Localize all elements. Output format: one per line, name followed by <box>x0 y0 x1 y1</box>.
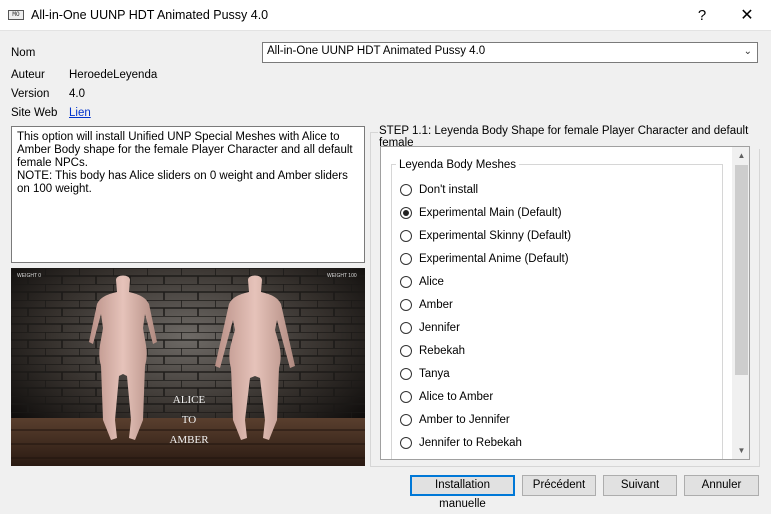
title-bar: MO All-in-One UUNP HDT Animated Pussy 4.… <box>0 0 771 31</box>
next-button[interactable]: Suivant <box>603 475 677 496</box>
radio-option-label: Amber <box>419 299 453 311</box>
preview-caption-2: TO <box>182 414 197 426</box>
author-label: Auteur <box>11 69 45 81</box>
chevron-down-icon: ⌄ <box>743 46 752 57</box>
radio-option[interactable]: Alice to Amber <box>400 388 493 406</box>
radio-option[interactable]: Amber <box>400 296 453 314</box>
scroll-thumb[interactable] <box>735 165 748 375</box>
author-value: HeroedeLeyenda <box>69 69 158 81</box>
radio-button[interactable] <box>400 230 412 242</box>
radio-option[interactable]: Tanya <box>400 365 450 383</box>
scroll-up-icon[interactable]: ▲ <box>733 147 749 164</box>
preview-left-tag: WEIGHT 0 <box>17 273 41 279</box>
radio-button[interactable] <box>400 391 412 403</box>
version-label: Version <box>11 88 50 100</box>
radio-option-label: Don't install <box>419 184 479 196</box>
help-button[interactable]: ? <box>684 3 720 29</box>
name-dropdown-value: All-in-One UUNP HDT Animated Pussy 4.0 <box>267 45 486 57</box>
body-meshes-title: Leyenda Body Meshes <box>396 159 519 171</box>
preview-illustration: WEIGHT 0 WEIGHT 100 ALICE TO AMBER <box>11 268 365 466</box>
radio-option[interactable]: Jennifer to Rebekah <box>400 434 522 452</box>
scroll-down-icon[interactable]: ▼ <box>733 442 749 459</box>
radio-option-label: Experimental Anime (Default) <box>419 253 569 265</box>
radio-option[interactable]: Amber to Jennifer <box>400 411 510 429</box>
description-textbox[interactable]: This option will install Unified UNP Spe… <box>11 126 365 263</box>
manual-install-button[interactable]: Installation manuelle <box>410 475 515 510</box>
radio-button[interactable] <box>400 322 412 334</box>
radio-button[interactable] <box>400 253 412 265</box>
radio-option-label: Experimental Main (Default) <box>419 207 562 219</box>
radio-option[interactable]: Experimental Anime (Default) <box>400 250 569 268</box>
previous-button[interactable]: Précédent <box>522 475 596 496</box>
name-dropdown[interactable]: All-in-One UUNP HDT Animated Pussy 4.0 ⌄ <box>262 42 758 63</box>
installer-app-icon: MO <box>8 10 24 20</box>
radio-option[interactable]: Don't install <box>400 181 478 199</box>
preview-caption-1: ALICE <box>173 394 206 406</box>
radio-option-label: Rebekah <box>419 345 466 357</box>
radio-button[interactable] <box>400 299 412 311</box>
options-panel: Leyenda Body Meshes Don't install Experim… <box>380 146 750 460</box>
cancel-button[interactable]: Annuler <box>684 475 759 496</box>
radio-option[interactable]: Rebekah <box>400 342 465 360</box>
preview-right-tag: WEIGHT 100 <box>327 273 357 279</box>
radio-option-label: Experimental Skinny (Default) <box>419 230 572 242</box>
options-scrollbar[interactable]: ▲ ▼ <box>732 147 749 459</box>
preview-image: WEIGHT 0 WEIGHT 100 ALICE TO AMBER <box>11 268 365 466</box>
radio-option-label: Amber to Jennifer <box>419 414 510 426</box>
radio-option[interactable]: Jennifer <box>400 319 460 337</box>
radio-option[interactable]: Experimental Main (Default) <box>400 204 562 222</box>
radio-button[interactable] <box>400 276 412 288</box>
version-value: 4.0 <box>69 88 85 100</box>
radio-button[interactable] <box>400 184 412 196</box>
close-button[interactable]: ✕ <box>727 3 767 29</box>
radio-option-label: Alice <box>419 276 444 288</box>
radio-option-label: Jennifer to Rebekah <box>419 437 522 449</box>
radio-option[interactable]: Experimental Skinny (Default) <box>400 227 571 245</box>
radio-option-label: Jennifer <box>419 322 460 334</box>
radio-option-label: Alice to Amber <box>419 391 494 403</box>
name-label: Nom <box>11 47 36 59</box>
website-link[interactable]: Lien <box>69 107 91 119</box>
radio-button[interactable] <box>400 368 412 380</box>
website-label: Site Web <box>11 107 58 119</box>
radio-button[interactable] <box>400 437 412 449</box>
radio-button[interactable] <box>400 414 412 426</box>
radio-button[interactable] <box>400 345 412 357</box>
radio-option-label: Tanya <box>419 368 450 380</box>
radio-button[interactable] <box>400 207 412 219</box>
radio-option[interactable]: Alice <box>400 273 444 291</box>
window-title: All-in-One UUNP HDT Animated Pussy 4.0 <box>31 8 269 22</box>
preview-caption-3: AMBER <box>169 434 209 446</box>
